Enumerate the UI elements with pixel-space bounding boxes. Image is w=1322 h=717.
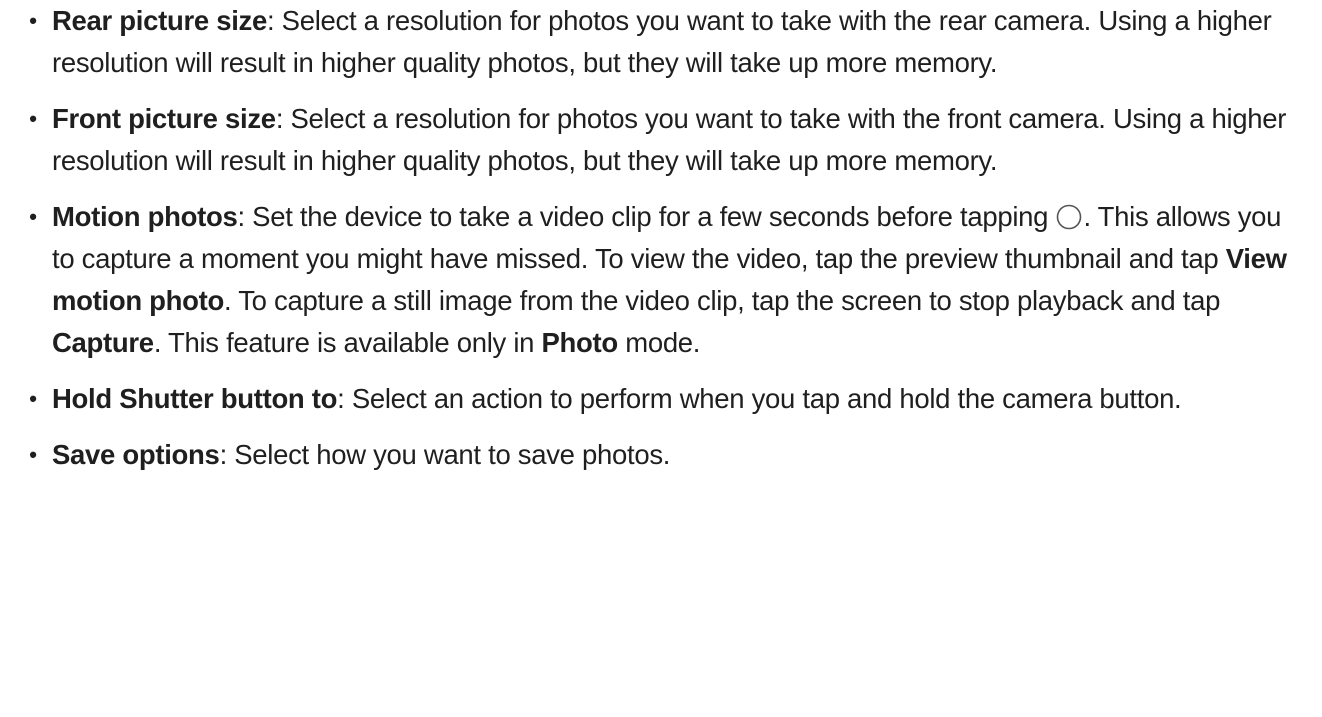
bullet: • [29,8,37,33]
bullet: • [29,442,37,467]
setting-description: : Select an action to perform when you t… [337,383,1182,414]
list-item-rear-picture-size: • Rear picture size: Select a resolution… [0,0,1322,84]
setting-term: Front picture size [52,103,276,134]
list-item-front-picture-size: • Front picture size: Select a resolutio… [0,98,1322,182]
setting-description-cont: . To capture a still image from the vide… [224,285,1221,316]
setting-term: Rear picture size [52,5,267,36]
ui-term-photo: Photo [541,327,618,358]
setting-description: : Select how you want to save photos. [219,439,671,470]
list-item-motion-photos: • Motion photos: Set the device to take … [0,196,1322,364]
setting-description: : Set the device to take a video clip fo… [237,201,1056,232]
setting-description-cont: . This feature is available only in [153,327,542,358]
ui-term-capture: Capture [52,327,154,358]
bullet: • [29,106,37,131]
setting-term: Hold Shutter button to [52,383,338,414]
list-item-save-options: • Save options: Select how you want to s… [0,434,1322,476]
setting-term: Motion photos [52,201,238,232]
setting-description-cont: mode. [617,327,701,358]
bullet: • [29,386,37,411]
list-item-hold-shutter-button: • Hold Shutter button to: Select an acti… [0,378,1322,420]
document-page: • Rear picture size: Select a resolution… [0,0,1322,717]
shutter-button-icon [1056,200,1082,230]
bullet: • [29,204,37,229]
setting-term: Save options [52,439,220,470]
camera-settings-list: • Rear picture size: Select a resolution… [0,0,1322,476]
